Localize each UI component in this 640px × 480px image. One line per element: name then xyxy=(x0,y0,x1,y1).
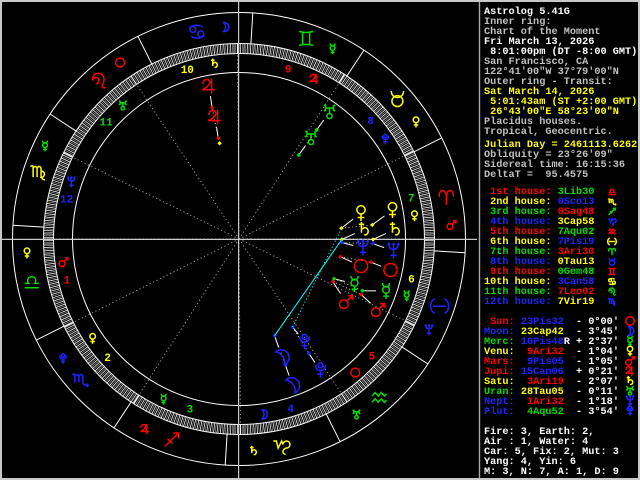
svg-text:5: 5 xyxy=(369,351,376,363)
svg-text:12: 12 xyxy=(60,194,73,206)
svg-text:11: 11 xyxy=(99,118,113,130)
svg-text:8: 8 xyxy=(367,116,374,128)
svg-text:3: 3 xyxy=(187,405,194,417)
svg-text:2: 2 xyxy=(104,353,111,365)
svg-text:10: 10 xyxy=(181,65,194,77)
svg-text:7: 7 xyxy=(408,194,415,206)
svg-text:4: 4 xyxy=(287,404,294,416)
svg-text:6: 6 xyxy=(408,275,415,287)
svg-text:9: 9 xyxy=(285,65,292,77)
svg-text:1: 1 xyxy=(63,275,70,287)
